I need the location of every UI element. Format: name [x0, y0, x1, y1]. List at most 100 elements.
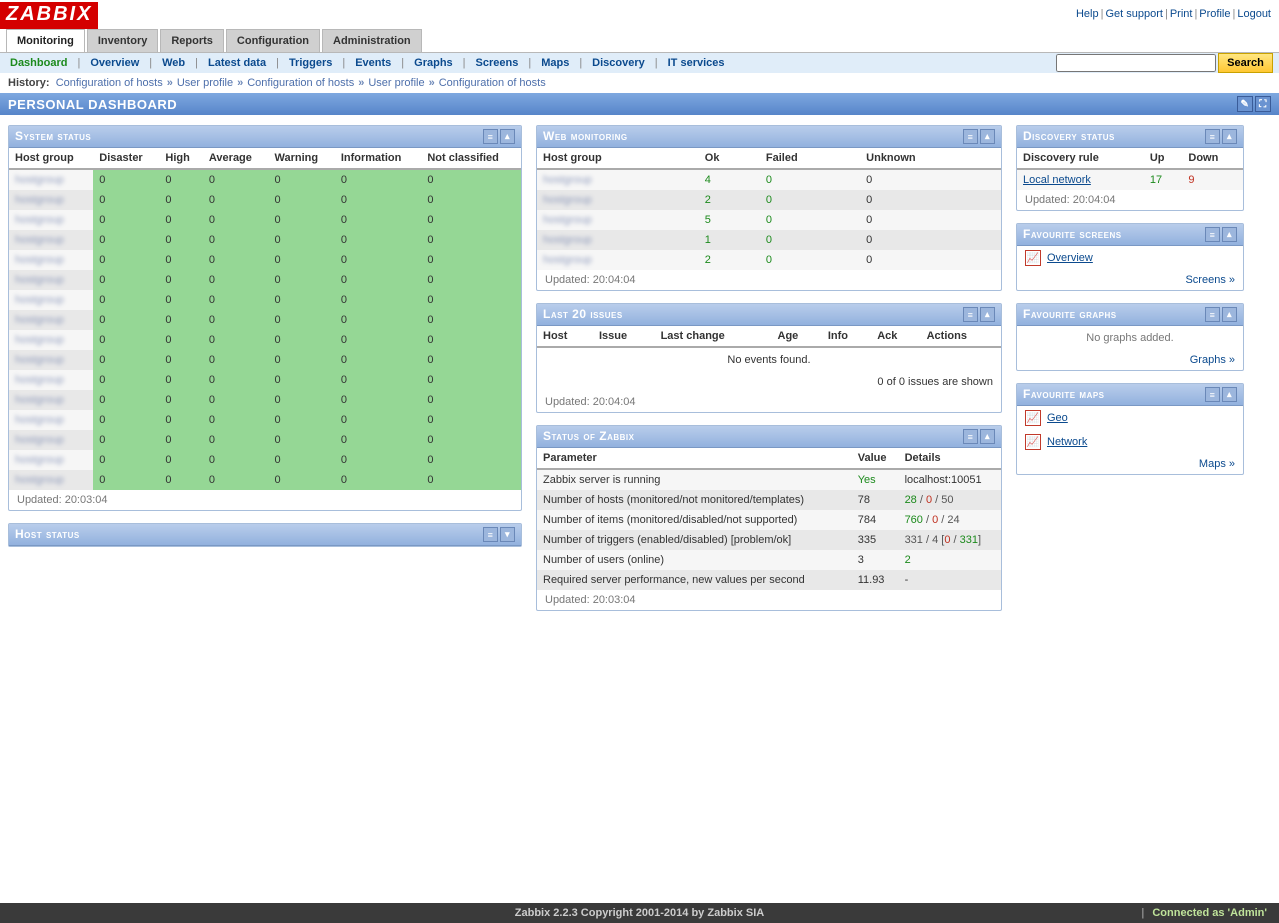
no-graphs-message: No graphs added. [1017, 326, 1243, 350]
page-title: PERSONAL DASHBOARD [8, 97, 177, 112]
top-link-help[interactable]: Help [1076, 8, 1099, 20]
main-tabs: MonitoringInventoryReportsConfigurationA… [0, 29, 1279, 53]
discovery-title: Discovery status [1023, 129, 1115, 144]
column-header: Actions [921, 326, 1001, 347]
top-link-print[interactable]: Print [1170, 8, 1193, 20]
collapse-icon[interactable]: ▴ [1222, 129, 1237, 144]
submenu-maps[interactable]: Maps [537, 57, 573, 69]
table-row: Number of triggers (enabled/disabled) [p… [537, 530, 1001, 550]
table-row: hostgroup000000 [9, 390, 521, 410]
top-link-logout[interactable]: Logout [1237, 8, 1271, 20]
fullscreen-icon[interactable]: ⛶ [1255, 96, 1271, 112]
submenu-graphs[interactable]: Graphs [410, 57, 457, 69]
fav-link[interactable]: Overview [1047, 252, 1093, 264]
table-row: hostgroup000000 [9, 430, 521, 450]
fav-graphs-widget: Favourite graphs ≡▴ No graphs added. Gra… [1016, 303, 1244, 371]
column-header: Failed [760, 148, 860, 169]
menu-icon[interactable]: ≡ [963, 307, 978, 322]
collapse-icon[interactable]: ▴ [980, 429, 995, 444]
table-row: hostgroup000000 [9, 310, 521, 330]
column-header: Disaster [93, 148, 159, 169]
collapse-icon[interactable]: ▴ [980, 307, 995, 322]
system-status-widget: System status ≡▴ Host groupDisasterHighA… [8, 125, 522, 511]
submenu-triggers[interactable]: Triggers [285, 57, 336, 69]
table-row: hostgroup000000 [9, 410, 521, 430]
menu-icon[interactable]: ≡ [963, 129, 978, 144]
table-row: hostgroup000000 [9, 330, 521, 350]
fav-graphs-title: Favourite graphs [1023, 307, 1117, 322]
submenu-dashboard[interactable]: Dashboard [6, 57, 71, 69]
search-input[interactable] [1056, 54, 1216, 72]
table-row: hostgroup400 [537, 169, 1001, 190]
menu-icon[interactable]: ≡ [483, 527, 498, 542]
discovery-updated: Updated: 20:04:04 [1017, 190, 1243, 210]
history-link[interactable]: User profile [368, 77, 424, 89]
table-row: hostgroup000000 [9, 230, 521, 250]
fav-item: 📈Overview [1017, 246, 1243, 270]
collapse-icon[interactable]: ▴ [500, 129, 515, 144]
column-header: Ack [871, 326, 920, 347]
fav-screens-widget: Favourite screens ≡▴ 📈Overview Screens » [1016, 223, 1244, 291]
screens-link[interactable]: Screens » [1185, 274, 1235, 286]
submenu-discovery[interactable]: Discovery [588, 57, 649, 69]
last-issues-updated: Updated: 20:04:04 [537, 392, 1001, 412]
collapse-icon[interactable]: ▴ [980, 129, 995, 144]
table-row: hostgroup000000 [9, 270, 521, 290]
discovery-status-widget: Discovery status ≡▴ Discovery ruleUpDown… [1016, 125, 1244, 211]
host-status-title: Host status [15, 527, 80, 542]
fav-item: 📈Network [1017, 430, 1243, 454]
tab-reports[interactable]: Reports [160, 29, 224, 52]
history-link[interactable]: Configuration of hosts [247, 77, 354, 89]
column-header: Issue [593, 326, 655, 347]
submenu-events[interactable]: Events [351, 57, 395, 69]
menu-icon[interactable]: ≡ [1205, 227, 1220, 242]
expand-icon[interactable]: ▾ [500, 527, 515, 542]
column-header: Details [899, 448, 1001, 469]
column-header: Host [537, 326, 593, 347]
fav-link[interactable]: Network [1047, 436, 1087, 448]
column-header: Warning [269, 148, 335, 169]
history-link[interactable]: Configuration of hosts [56, 77, 163, 89]
wrench-icon[interactable]: ✎ [1237, 96, 1253, 112]
table-row: Required server performance, new values … [537, 570, 1001, 590]
table-row: hostgroup000000 [9, 350, 521, 370]
tab-inventory[interactable]: Inventory [87, 29, 159, 52]
collapse-icon[interactable]: ▴ [1222, 227, 1237, 242]
system-status-updated: Updated: 20:03:04 [9, 490, 521, 510]
menu-icon[interactable]: ≡ [1205, 129, 1220, 144]
submenu-web[interactable]: Web [158, 57, 189, 69]
column-header: Information [335, 148, 421, 169]
table-row: hostgroup500 [537, 210, 1001, 230]
menu-icon[interactable]: ≡ [1205, 307, 1220, 322]
web-monitoring-title: Web monitoring [543, 129, 628, 144]
tab-monitoring[interactable]: Monitoring [6, 29, 85, 52]
discovery-rule-link[interactable]: Local network [1023, 174, 1091, 186]
column-header: High [159, 148, 202, 169]
maps-link[interactable]: Maps » [1199, 458, 1235, 470]
footer: Zabbix 2.2.3 Copyright 2001-2014 by Zabb… [0, 903, 1279, 923]
collapse-icon[interactable]: ▴ [1222, 307, 1237, 322]
top-link-get-support[interactable]: Get support [1105, 8, 1162, 20]
table-row: hostgroup000000 [9, 190, 521, 210]
submenu-overview[interactable]: Overview [86, 57, 143, 69]
tab-configuration[interactable]: Configuration [226, 29, 320, 52]
history-link[interactable]: User profile [177, 77, 233, 89]
tab-administration[interactable]: Administration [322, 29, 422, 52]
menu-icon[interactable]: ≡ [483, 129, 498, 144]
submenu-it-services[interactable]: IT services [664, 57, 729, 69]
graphs-link[interactable]: Graphs » [1190, 354, 1235, 366]
menu-icon[interactable]: ≡ [1205, 387, 1220, 402]
menu-icon[interactable]: ≡ [963, 429, 978, 444]
table-row: hostgroup000000 [9, 370, 521, 390]
submenu-latest-data[interactable]: Latest data [204, 57, 270, 69]
submenu-screens[interactable]: Screens [472, 57, 523, 69]
status-zabbix-title: Status of Zabbix [543, 429, 634, 444]
table-row: hostgroup000000 [9, 250, 521, 270]
collapse-icon[interactable]: ▴ [1222, 387, 1237, 402]
table-row: Zabbix server is runningYeslocalhost:100… [537, 469, 1001, 490]
search-button[interactable]: Search [1218, 53, 1273, 73]
top-link-profile[interactable]: Profile [1199, 8, 1230, 20]
table-row: Number of users (online)32 [537, 550, 1001, 570]
history-link[interactable]: Configuration of hosts [439, 77, 546, 89]
fav-link[interactable]: Geo [1047, 412, 1068, 424]
